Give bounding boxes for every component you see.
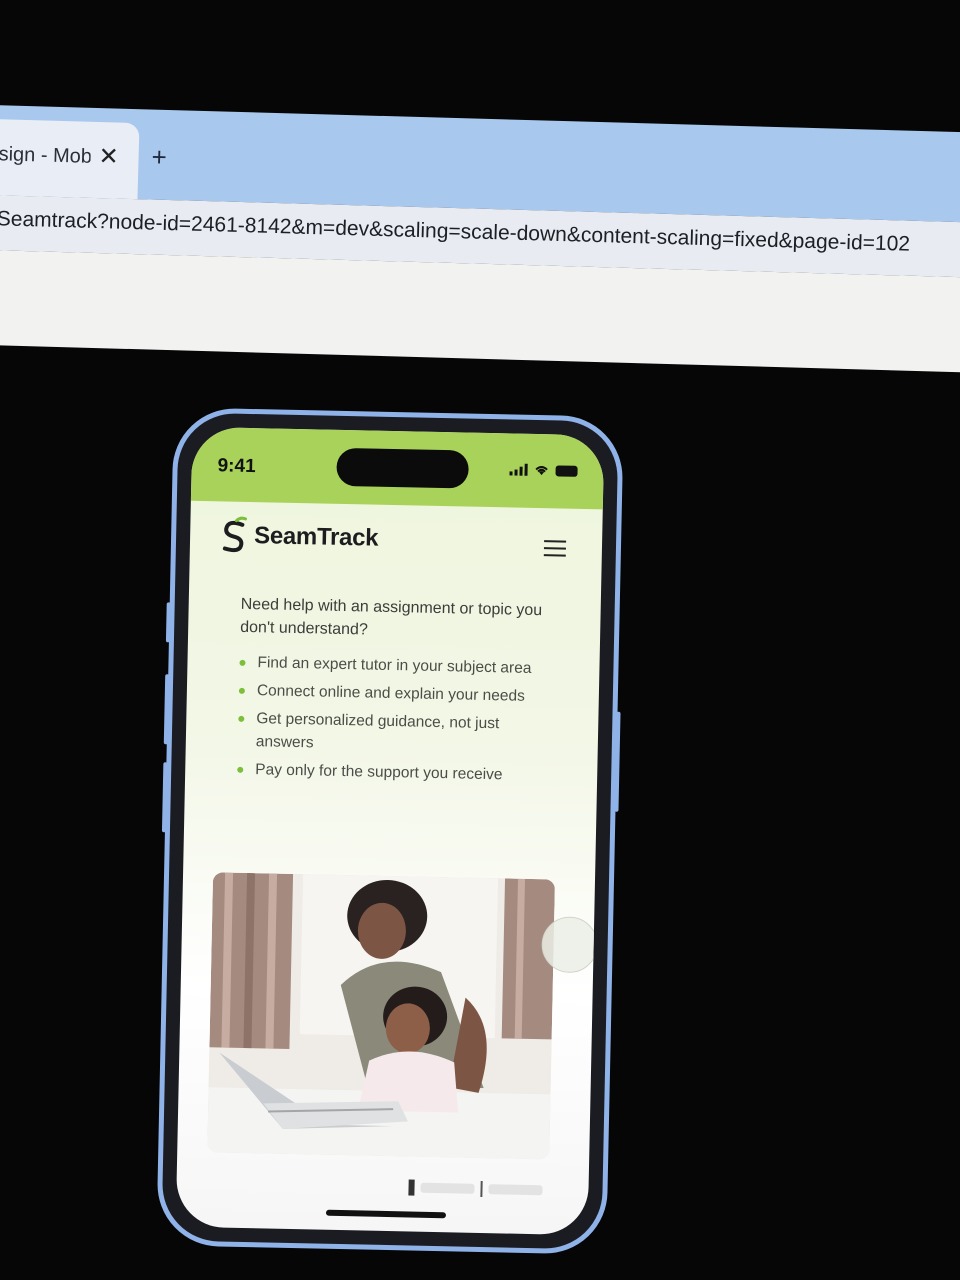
brand-name: SeamTrack (253, 522, 379, 552)
bullet-dot-icon (238, 687, 245, 694)
seamtrack-logo[interactable]: SeamTrack (220, 515, 379, 558)
close-tab-icon[interactable]: ✕ (98, 142, 119, 172)
pager-track (488, 1184, 543, 1196)
list-item: Find an expert tutor in your subject are… (239, 651, 559, 681)
intro-text: Need help with an assignment or topic yo… (240, 595, 543, 639)
battery-icon (555, 465, 578, 477)
hero-photo (207, 872, 556, 1160)
list-item-text: Get personalized guidance, not just answ… (255, 710, 500, 752)
pager-track (420, 1182, 475, 1194)
signal-icon (509, 463, 528, 476)
list-item-text: Connect online and explain your needs (256, 682, 526, 705)
list-item-text: Pay only for the support you receive (255, 761, 503, 784)
home-indicator (325, 1209, 447, 1219)
wifi-icon (535, 466, 548, 476)
list-item: Connect online and explain your needs (238, 679, 559, 709)
new-tab-button[interactable]: + (151, 142, 167, 173)
phone-side-button (163, 674, 170, 745)
browser-tab[interactable]: sign - Mob ✕ (0, 118, 140, 200)
bullet-dot-icon (238, 715, 245, 722)
feature-list: Find an expert tutor in your subject are… (237, 651, 560, 793)
bullet-dot-icon (239, 659, 246, 666)
seamtrack-logo-icon (222, 516, 248, 553)
list-item: Get personalized guidance, not just answ… (238, 707, 559, 760)
bullet-dot-icon (237, 766, 244, 773)
dynamic-island (336, 447, 469, 489)
pager-indicator (408, 1179, 415, 1196)
carousel-pager[interactable] (408, 1179, 543, 1198)
list-item: Pay only for the support you receive (237, 758, 557, 788)
list-item-text: Find an expert tutor in your subject are… (257, 654, 532, 677)
site-header: SeamTrack (220, 515, 573, 572)
scroll-handle[interactable] (541, 916, 599, 974)
status-icons (509, 463, 578, 477)
status-bar: 9:41 (190, 426, 605, 510)
phone-frame: 9:41 SeamTrack Need help with an assignm… (156, 407, 624, 1255)
hamburger-menu-icon[interactable] (543, 540, 567, 561)
phone-screen: 9:41 SeamTrack Need help with an assignm… (175, 426, 605, 1236)
phone-side-button (614, 711, 621, 812)
phone-side-button (161, 762, 168, 833)
pager-indicator (480, 1180, 483, 1198)
status-time: 9:41 (217, 455, 256, 478)
phone-side-button (165, 602, 171, 643)
browser-window: sign - Mob ✕ + Seamtrack?node-id=2461-81… (0, 105, 960, 373)
tab-title: sign - Mob (0, 143, 91, 168)
